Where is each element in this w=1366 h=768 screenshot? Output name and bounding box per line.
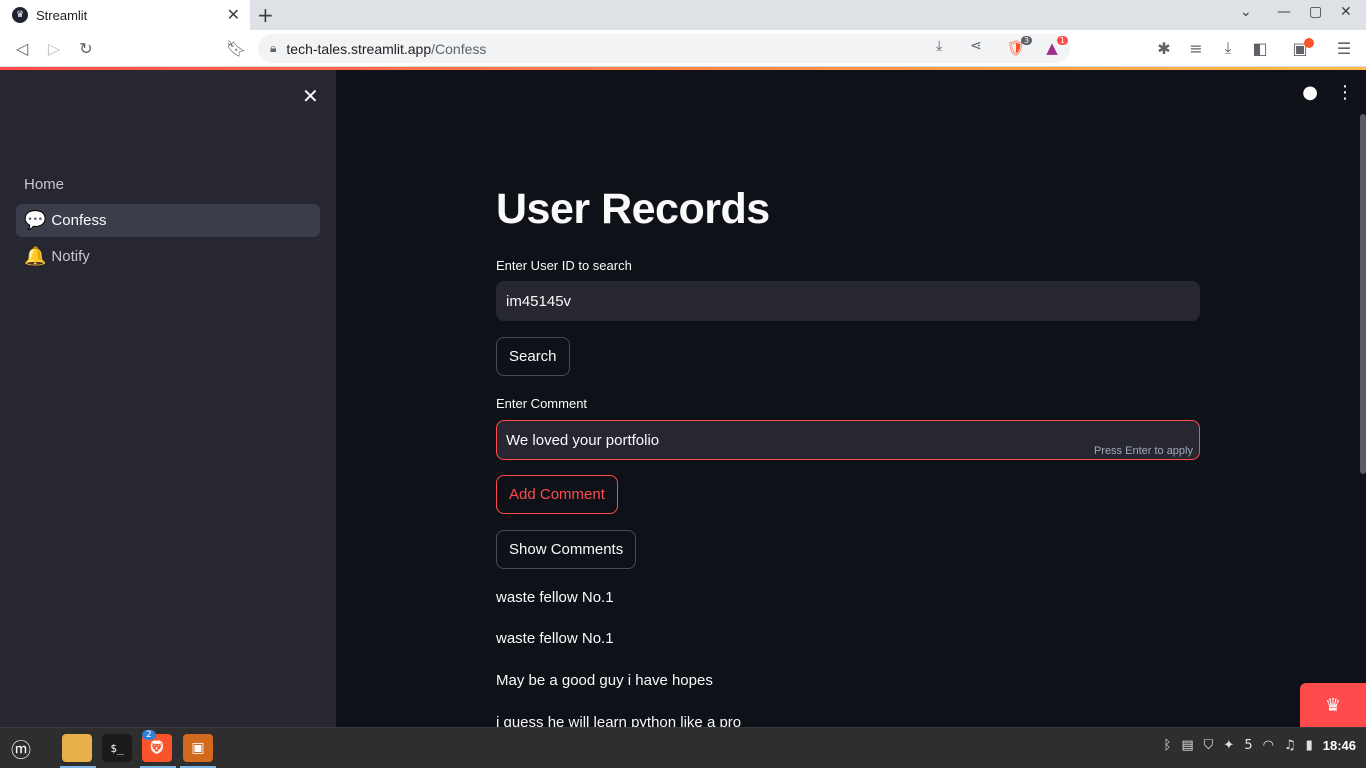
user-id-input[interactable]: im45145v [496,281,1200,321]
close-window-icon[interactable]: ✕ [1340,4,1352,20]
main-content: ● ⋮ User Records Enter User ID to search… [336,70,1366,731]
system-tray: ᛒ ▤ ⛉ ✦ 5 ◠ ♫ ▮ 18:46 [1164,738,1356,753]
shield-icon[interactable]: ⛉ [1204,738,1214,753]
sidebar-item-home[interactable]: Home [16,168,320,201]
sound-icon[interactable]: ♫ [1284,738,1296,753]
comment-item: waste fellow No.1 [496,589,614,606]
share-icon[interactable]: ⋖ [970,38,982,54]
show-comments-button[interactable]: Show Comments [496,530,637,569]
url-text: tech-tales.streamlit.app/Confess [286,40,487,57]
address-bar[interactable]: 🔒︎ tech-tales.streamlit.app/Confess ⤓ ⋖ … [258,34,1070,63]
comment-item: May be a good guy i have hopes [496,672,713,689]
sidebar-toggle-icon[interactable]: ◧ [1248,36,1272,60]
extensions-icon[interactable]: ✱ [1152,36,1176,60]
comment-value: We loved your portfolio [506,431,660,449]
comment-input[interactable]: We loved your portfolio Press Enter to a… [496,420,1200,460]
scrollbar[interactable] [1360,114,1366,474]
lock-icon: 🔒︎ [270,41,277,55]
sidebar-item-confess[interactable]: 💬 Confess [16,204,320,237]
tray-count: 5 [1244,738,1253,753]
brave-window-count-badge: 2 [142,730,156,740]
tab-title: Streamlit [36,7,88,23]
tab-close-icon[interactable]: ✕ [227,6,240,24]
downloads-icon[interactable]: ⤓ [1216,36,1240,60]
wallet-notification-dot [1304,38,1314,48]
brave-rewards-icon[interactable]: ▲ 1 [1042,36,1068,58]
streamlit-crown-icon[interactable]: ♛ [1300,683,1366,727]
menu-icon[interactable]: ☰ [1332,36,1356,60]
streamlit-favicon-icon: ♛ [12,7,28,23]
notifications-icon[interactable]: ✦ [1223,738,1234,753]
close-sidebar-icon[interactable]: ✕ [302,84,319,108]
maximize-icon[interactable]: ▢ [1309,4,1322,20]
battery-icon[interactable]: ▮ [1306,738,1313,753]
github-icon[interactable]: ● [1302,82,1318,103]
sidebar-item-notify[interactable]: 🔔 Notify [16,240,320,273]
screenshot-app-icon[interactable]: ▣ [183,734,213,762]
search-button[interactable]: Search [496,337,570,376]
user-id-value: im45145v [506,292,572,310]
bookmark-icon[interactable]: 🔖︎ [224,36,248,60]
browser-tab-bar: ♛ Streamlit ✕ + ⌄ — ▢ ✕ [0,0,1366,30]
playlist-icon[interactable]: ≡ [1184,36,1208,60]
bell-icon: 🔔 [24,246,47,266]
browser-tab[interactable]: ♛ Streamlit ✕ [0,0,250,30]
back-icon[interactable]: ◁ [10,36,34,60]
minimize-icon[interactable]: — [1277,4,1291,20]
app-header-icons: ● ⋮ [1302,82,1354,103]
terminal-icon[interactable]: $_ [102,734,132,762]
bluetooth-icon[interactable]: ᛒ [1164,738,1172,753]
clock[interactable]: 18:46 [1323,738,1356,753]
os-taskbar: ⓜ $_ 🦁︎ 2 ▣ ᛒ ▤ ⛉ ✦ 5 ◠ ♫ ▮ 18:46 [0,727,1366,768]
sidebar-item-label: Confess [51,212,107,229]
wifi-icon[interactable]: ◠ [1263,738,1274,753]
speech-bubble-icon: 💬 [24,210,47,230]
sidebar-item-label: Notify [51,248,90,265]
forward-icon[interactable]: ▷ [42,36,66,60]
add-comment-button[interactable]: Add Comment [496,475,618,514]
input-hint: Press Enter to apply [1093,445,1193,457]
page-title: User Records [496,185,770,233]
files-icon[interactable] [62,734,92,762]
comment-item: waste fellow No.1 [496,630,614,647]
brave-shields-icon[interactable]: 🛡︎ 3 [1006,36,1032,58]
new-tab-icon[interactable]: + [257,3,274,27]
reload-icon[interactable]: ↻ [74,36,98,60]
clipboard-icon[interactable]: ▤ [1181,738,1193,753]
mint-menu-icon[interactable]: ⓜ [6,734,36,762]
comment-label: Enter Comment [496,396,588,411]
app-menu-icon[interactable]: ⋮ [1336,82,1354,103]
sidebar: ✕ Home 💬 Confess 🔔 Notify [0,70,336,727]
user-id-label: Enter User ID to search [496,258,632,273]
install-icon[interactable]: ⤓ [936,38,942,54]
tab-search-chevron-icon[interactable]: ⌄ [1240,4,1252,20]
sidebar-item-label: Home [24,176,65,193]
browser-toolbar: ◁ ▷ ↻ 🔖︎ 🔒︎ tech-tales.streamlit.app/Con… [0,30,1366,67]
